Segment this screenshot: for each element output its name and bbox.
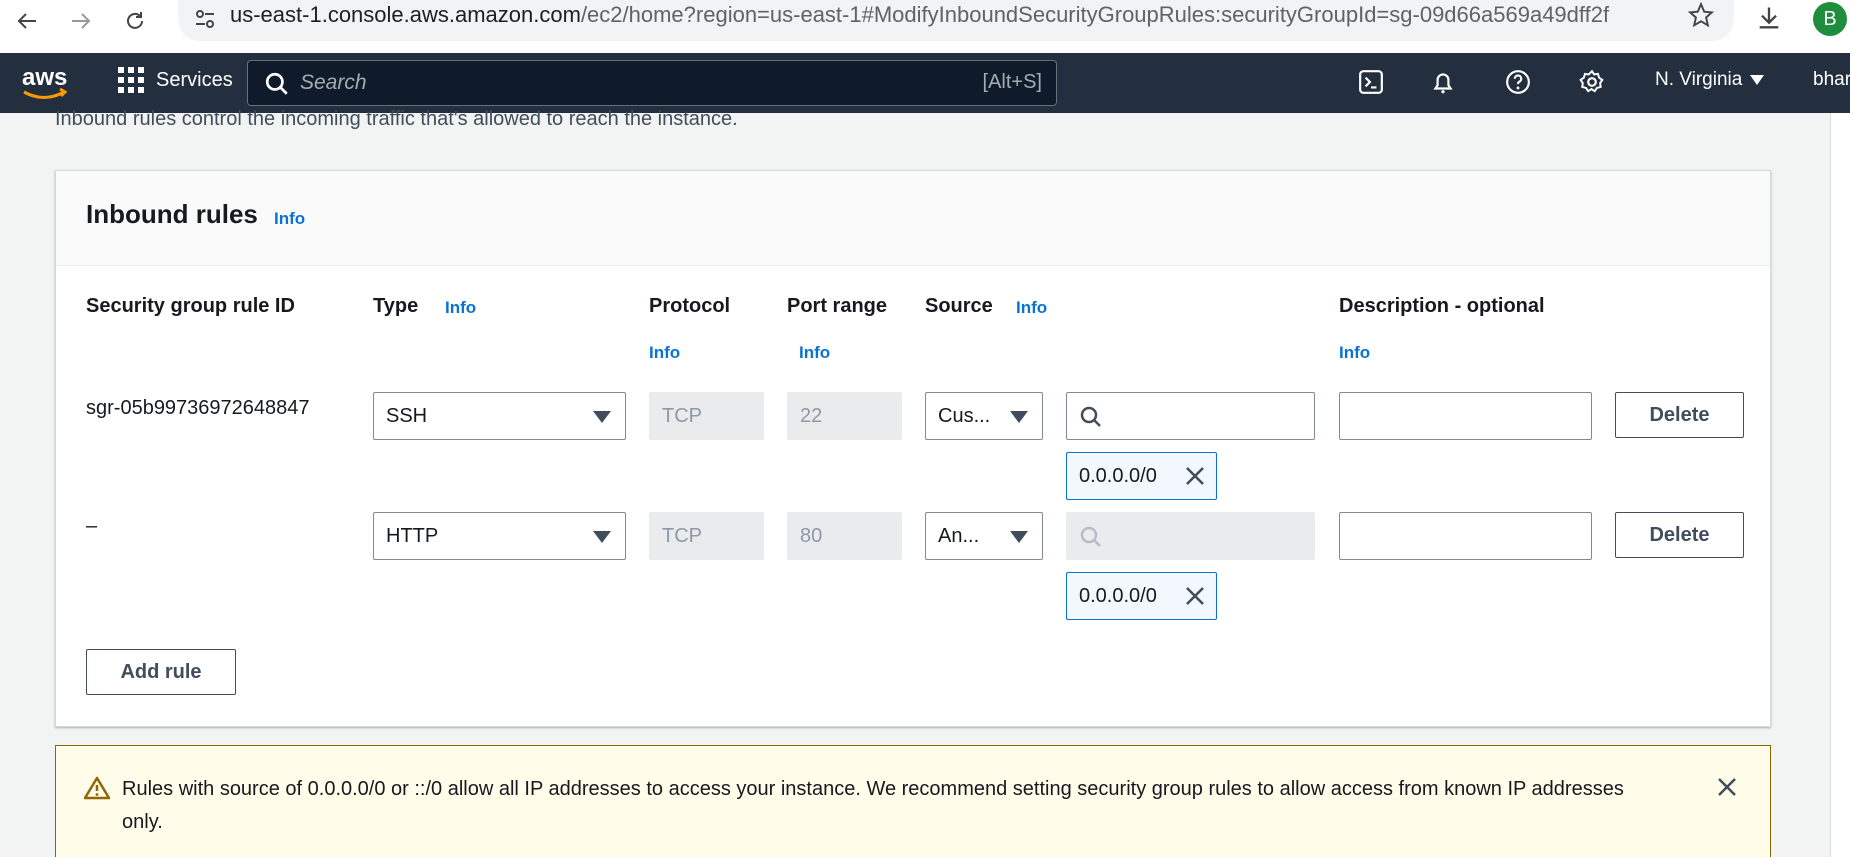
remove-token-icon[interactable]: [1184, 465, 1206, 493]
cidr-search-input[interactable]: [1066, 392, 1315, 440]
aws-top-nav: aws Services Search [Alt+S] N. Virginia …: [0, 53, 1850, 113]
cidr-search-input: [1066, 512, 1315, 560]
warning-alert: Rules with source of 0.0.0.0/0 or ::/0 a…: [55, 745, 1771, 857]
protocol-field: TCP: [649, 512, 764, 560]
description-info-link[interactable]: Info: [1339, 343, 1370, 363]
source-info-link[interactable]: Info: [1016, 298, 1047, 318]
source-select-value: An...: [938, 524, 980, 547]
search-icon: [264, 71, 290, 102]
chevron-down-icon: [1750, 75, 1765, 85]
col-header-port-range: Port range: [787, 295, 888, 317]
type-select-value: SSH: [386, 404, 428, 427]
panel-title: Inbound rules: [86, 199, 258, 229]
services-label: Services: [156, 68, 233, 91]
delete-button[interactable]: Delete: [1615, 512, 1744, 558]
remove-token-icon[interactable]: [1184, 585, 1206, 613]
settings-gear-icon[interactable]: [1577, 67, 1607, 97]
alert-text: Rules with source of 0.0.0.0/0 or ::/0 a…: [122, 778, 1624, 833]
port-range-field: 80: [787, 512, 902, 560]
search-placeholder: Search: [300, 71, 367, 94]
description-input[interactable]: [1339, 392, 1592, 440]
cidr-token: 0.0.0.0/0: [1066, 572, 1217, 620]
region-selector[interactable]: N. Virginia: [1655, 69, 1765, 91]
account-menu[interactable]: bhar: [1813, 69, 1850, 91]
add-rule-button[interactable]: Add rule: [86, 649, 236, 695]
site-settings-icon[interactable]: [190, 4, 220, 34]
col-header-protocol: Protocol: [649, 295, 731, 317]
type-select[interactable]: HTTP: [373, 512, 626, 560]
url-text: us-east-1.console.aws.amazon.com/ec2/hom…: [230, 2, 1610, 27]
type-select[interactable]: SSH: [373, 392, 626, 440]
inbound-rules-panel: Inbound rules Info Security group rule I…: [55, 170, 1771, 727]
aws-logo[interactable]: aws: [20, 61, 72, 105]
delete-button[interactable]: Delete: [1615, 392, 1744, 438]
region-label: N. Virginia: [1655, 69, 1743, 90]
download-icon[interactable]: [1755, 4, 1783, 37]
services-menu[interactable]: Services: [118, 67, 233, 93]
source-select[interactable]: An...: [925, 512, 1043, 560]
svg-text:aws: aws: [22, 64, 67, 91]
bookmark-star-icon[interactable]: [1687, 1, 1715, 33]
services-grid-icon: [118, 67, 144, 93]
page-description: Inbound rules control the incoming traff…: [55, 108, 738, 130]
type-select-value: HTTP: [386, 524, 439, 547]
back-icon[interactable]: [10, 4, 44, 38]
address-bar[interactable]: us-east-1.console.aws.amazon.com/ec2/hom…: [178, 0, 1734, 41]
notifications-bell-icon[interactable]: [1428, 67, 1458, 97]
search-icon: [1079, 405, 1103, 434]
close-icon[interactable]: [1716, 776, 1738, 803]
type-info-link[interactable]: Info: [445, 298, 476, 318]
cidr-token-label: 0.0.0.0/0: [1079, 464, 1157, 487]
caret-down-icon: [1010, 531, 1028, 543]
browser-toolbar: us-east-1.console.aws.amazon.com/ec2/hom…: [0, 0, 1850, 53]
col-header-type: Type: [373, 295, 419, 317]
cidr-token: 0.0.0.0/0: [1066, 452, 1217, 500]
rule-id-cell: –: [86, 515, 98, 537]
source-select-value: Cus...: [938, 404, 991, 427]
col-header-source: Source: [925, 295, 993, 317]
search-shortcut: [Alt+S]: [982, 71, 1042, 93]
caret-down-icon: [593, 531, 611, 543]
profile-avatar[interactable]: B: [1813, 2, 1847, 36]
caret-down-icon: [593, 411, 611, 423]
col-header-description: Description - optional: [1339, 295, 1545, 317]
panel-header: Inbound rules Info: [56, 171, 1770, 266]
port-range-field: 22: [787, 392, 902, 440]
help-icon[interactable]: [1503, 67, 1533, 97]
cloudshell-icon[interactable]: [1356, 67, 1386, 97]
rule-id-cell: sgr-05b99736972648847: [86, 397, 310, 419]
col-header-rule-id: Security group rule ID: [86, 295, 295, 317]
protocol-field: TCP: [649, 392, 764, 440]
forward-icon[interactable]: [64, 4, 98, 38]
reload-icon[interactable]: [118, 4, 152, 38]
port-range-info-link[interactable]: Info: [799, 343, 830, 363]
info-link[interactable]: Info: [274, 209, 305, 229]
cidr-token-label: 0.0.0.0/0: [1079, 584, 1157, 607]
source-select[interactable]: Cus...: [925, 392, 1043, 440]
protocol-info-link[interactable]: Info: [649, 343, 680, 363]
side-panel-strip: [1830, 113, 1850, 857]
search-input[interactable]: Search [Alt+S]: [247, 60, 1057, 106]
search-icon: [1079, 525, 1103, 554]
caret-down-icon: [1010, 411, 1028, 423]
description-input[interactable]: [1339, 512, 1592, 560]
warning-icon: [83, 776, 111, 805]
